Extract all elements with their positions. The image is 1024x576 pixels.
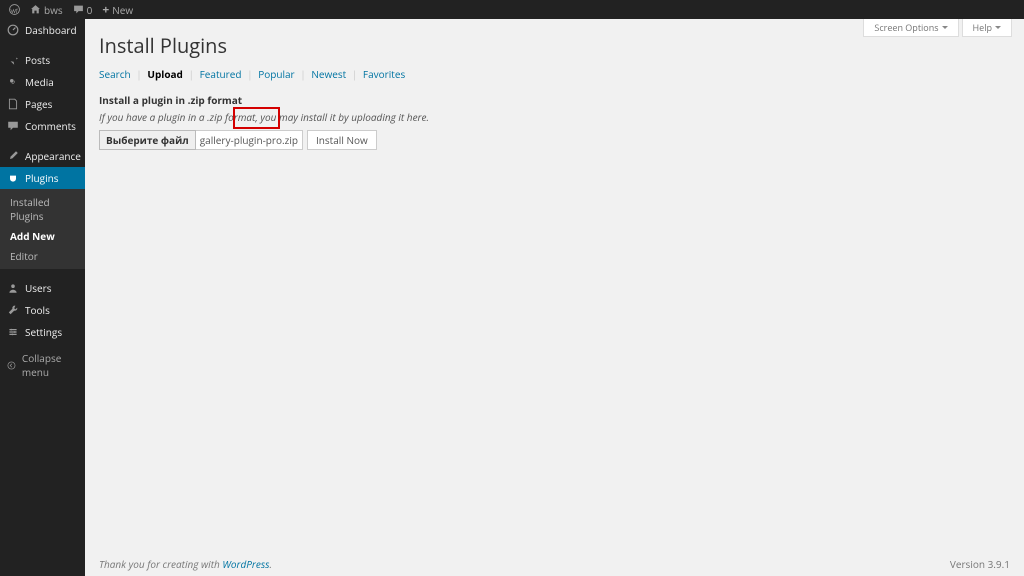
plugin-icon <box>7 172 19 184</box>
page-icon <box>7 98 19 110</box>
admin-sidebar: Dashboard Posts Media Pages Comments App… <box>0 19 85 576</box>
menu-label: Settings <box>25 325 62 339</box>
chevron-down-icon <box>995 26 1001 32</box>
choose-file-button[interactable]: Выберите файл <box>99 130 196 150</box>
plus-icon: + <box>102 1 109 18</box>
help-label: Help <box>973 21 992 34</box>
settings-icon <box>7 326 19 338</box>
menu-label: Posts <box>25 53 50 67</box>
filter-search[interactable]: Search <box>99 67 131 81</box>
site-link[interactable]: bws <box>25 3 68 17</box>
menu-settings[interactable]: Settings <box>0 321 85 343</box>
menu-label: Plugins <box>25 171 59 185</box>
screen-meta-links: Screen Options Help <box>863 19 1012 37</box>
comment-icon <box>73 4 84 15</box>
wordpress-icon <box>9 4 20 15</box>
submenu-editor[interactable]: Editor <box>0 246 85 266</box>
wrench-icon <box>7 304 19 316</box>
collapse-icon <box>7 360 16 371</box>
pin-icon <box>7 54 19 66</box>
comments-count: 0 <box>87 3 93 17</box>
footer-thanks: Thank you for creating with WordPress. <box>99 557 272 571</box>
screen-options-tab[interactable]: Screen Options <box>863 19 958 37</box>
filter-favorites[interactable]: Favorites <box>363 67 405 81</box>
menu-tools[interactable]: Tools <box>0 299 85 321</box>
help-tab[interactable]: Help <box>962 19 1012 37</box>
menu-label: Media <box>25 75 54 89</box>
upload-form: Выберите файл gallery-plugin-pro.zip Ins… <box>99 130 1010 150</box>
menu-plugins[interactable]: Plugins <box>0 167 85 189</box>
new-content[interactable]: + New <box>97 1 138 18</box>
comment-icon <box>7 120 19 132</box>
new-label: New <box>112 3 133 17</box>
home-icon <box>30 4 41 15</box>
menu-dashboard[interactable]: Dashboard <box>0 19 85 41</box>
upload-heading: Install a plugin in .zip format <box>99 93 1010 107</box>
menu-label: Comments <box>25 119 76 133</box>
filter-links: Search | Upload | Featured | Popular | N… <box>99 67 1010 81</box>
collapse-menu[interactable]: Collapse menu <box>0 347 85 383</box>
menu-label: Users <box>25 281 52 295</box>
users-icon <box>7 282 19 294</box>
main-content: Screen Options Help Install Plugins Sear… <box>85 19 1024 576</box>
install-now-button[interactable]: Install Now <box>307 130 377 150</box>
filter-popular[interactable]: Popular <box>258 67 294 81</box>
menu-label: Dashboard <box>25 23 77 37</box>
admin-bar: bws 0 + New <box>0 0 1024 19</box>
menu-media[interactable]: Media <box>0 71 85 93</box>
site-name: bws <box>44 3 63 17</box>
screen-options-label: Screen Options <box>874 21 938 34</box>
filter-newest[interactable]: Newest <box>311 67 346 81</box>
selected-file-name: gallery-plugin-pro.zip <box>196 130 303 150</box>
comments-link[interactable]: 0 <box>68 3 98 17</box>
menu-label: Appearance <box>25 149 81 163</box>
upload-description: If you have a plugin in a .zip format, y… <box>99 110 1010 124</box>
wordpress-link[interactable]: WordPress <box>222 557 269 571</box>
dashboard-icon <box>7 24 19 36</box>
admin-footer: Thank you for creating with WordPress. V… <box>85 552 1024 576</box>
submenu-installed-plugins[interactable]: Installed Plugins <box>0 192 85 226</box>
menu-appearance[interactable]: Appearance <box>0 145 85 167</box>
media-icon <box>7 76 19 88</box>
filter-featured[interactable]: Featured <box>200 67 242 81</box>
menu-pages[interactable]: Pages <box>0 93 85 115</box>
collapse-label: Collapse menu <box>22 351 78 379</box>
chevron-down-icon <box>942 26 948 32</box>
footer-version: Version 3.9.1 <box>950 557 1010 571</box>
menu-label: Pages <box>25 97 52 111</box>
menu-label: Tools <box>25 303 50 317</box>
plugins-submenu: Installed Plugins Add New Editor <box>0 189 85 269</box>
brush-icon <box>7 150 19 162</box>
menu-posts[interactable]: Posts <box>0 49 85 71</box>
submenu-add-new[interactable]: Add New <box>0 226 85 246</box>
wp-logo[interactable] <box>4 4 25 15</box>
menu-users[interactable]: Users <box>0 277 85 299</box>
filter-upload[interactable]: Upload <box>147 67 183 81</box>
menu-comments[interactable]: Comments <box>0 115 85 137</box>
